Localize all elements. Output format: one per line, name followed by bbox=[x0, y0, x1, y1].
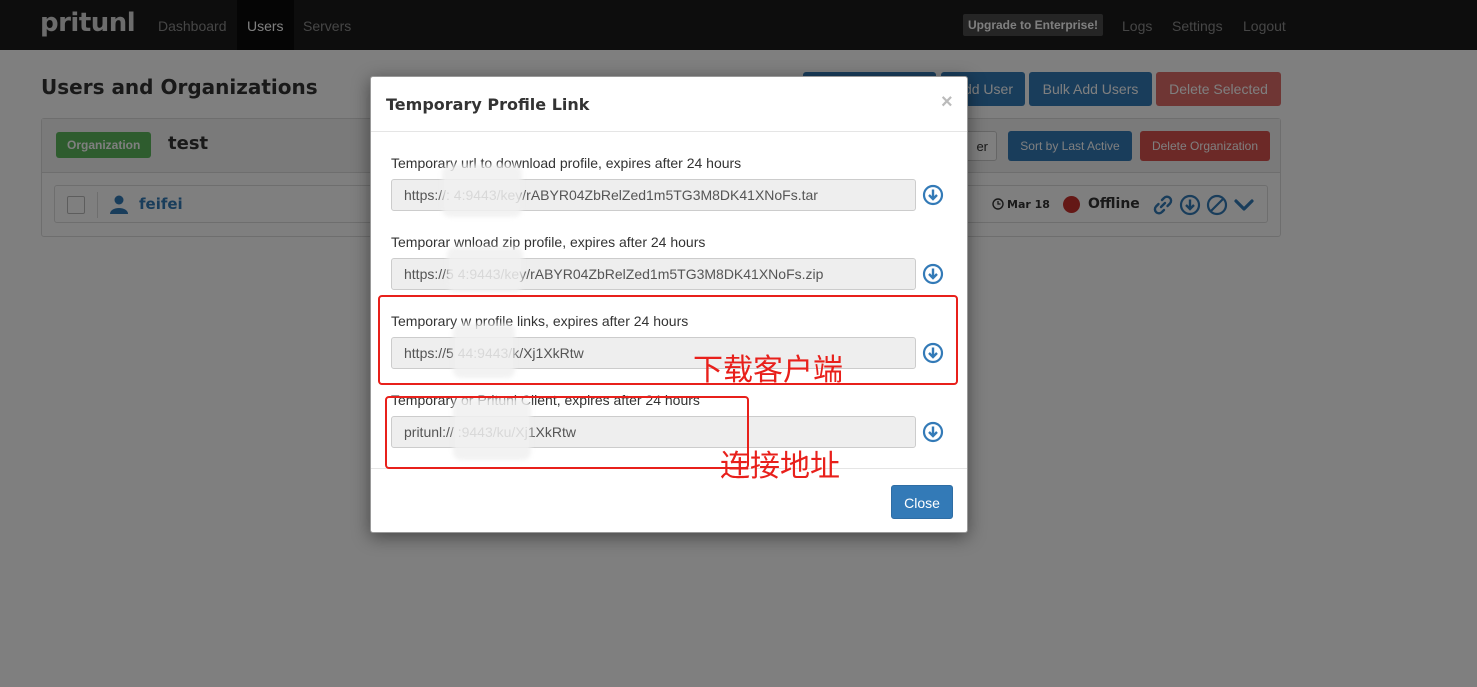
zip-url-label: Temporar wnload zip profile, expires aft… bbox=[391, 234, 706, 250]
close-button[interactable]: Close bbox=[891, 485, 953, 519]
modal-header: Temporary Profile Link × bbox=[371, 77, 967, 132]
annotation-connect-address: 连接地址 bbox=[720, 449, 840, 484]
annotation-download-client: 下载客户端 bbox=[693, 353, 843, 388]
blur-mask bbox=[442, 165, 522, 217]
modal-close-icon[interactable]: × bbox=[941, 91, 953, 114]
blur-mask bbox=[447, 247, 523, 292]
modal-title: Temporary Profile Link bbox=[386, 95, 590, 114]
download-icon[interactable] bbox=[922, 421, 944, 443]
annotation-box-connect bbox=[385, 396, 749, 469]
download-icon[interactable] bbox=[922, 184, 944, 206]
modal-footer: Close bbox=[371, 468, 967, 533]
download-icon[interactable] bbox=[922, 263, 944, 285]
annotation-box-download bbox=[378, 295, 958, 385]
